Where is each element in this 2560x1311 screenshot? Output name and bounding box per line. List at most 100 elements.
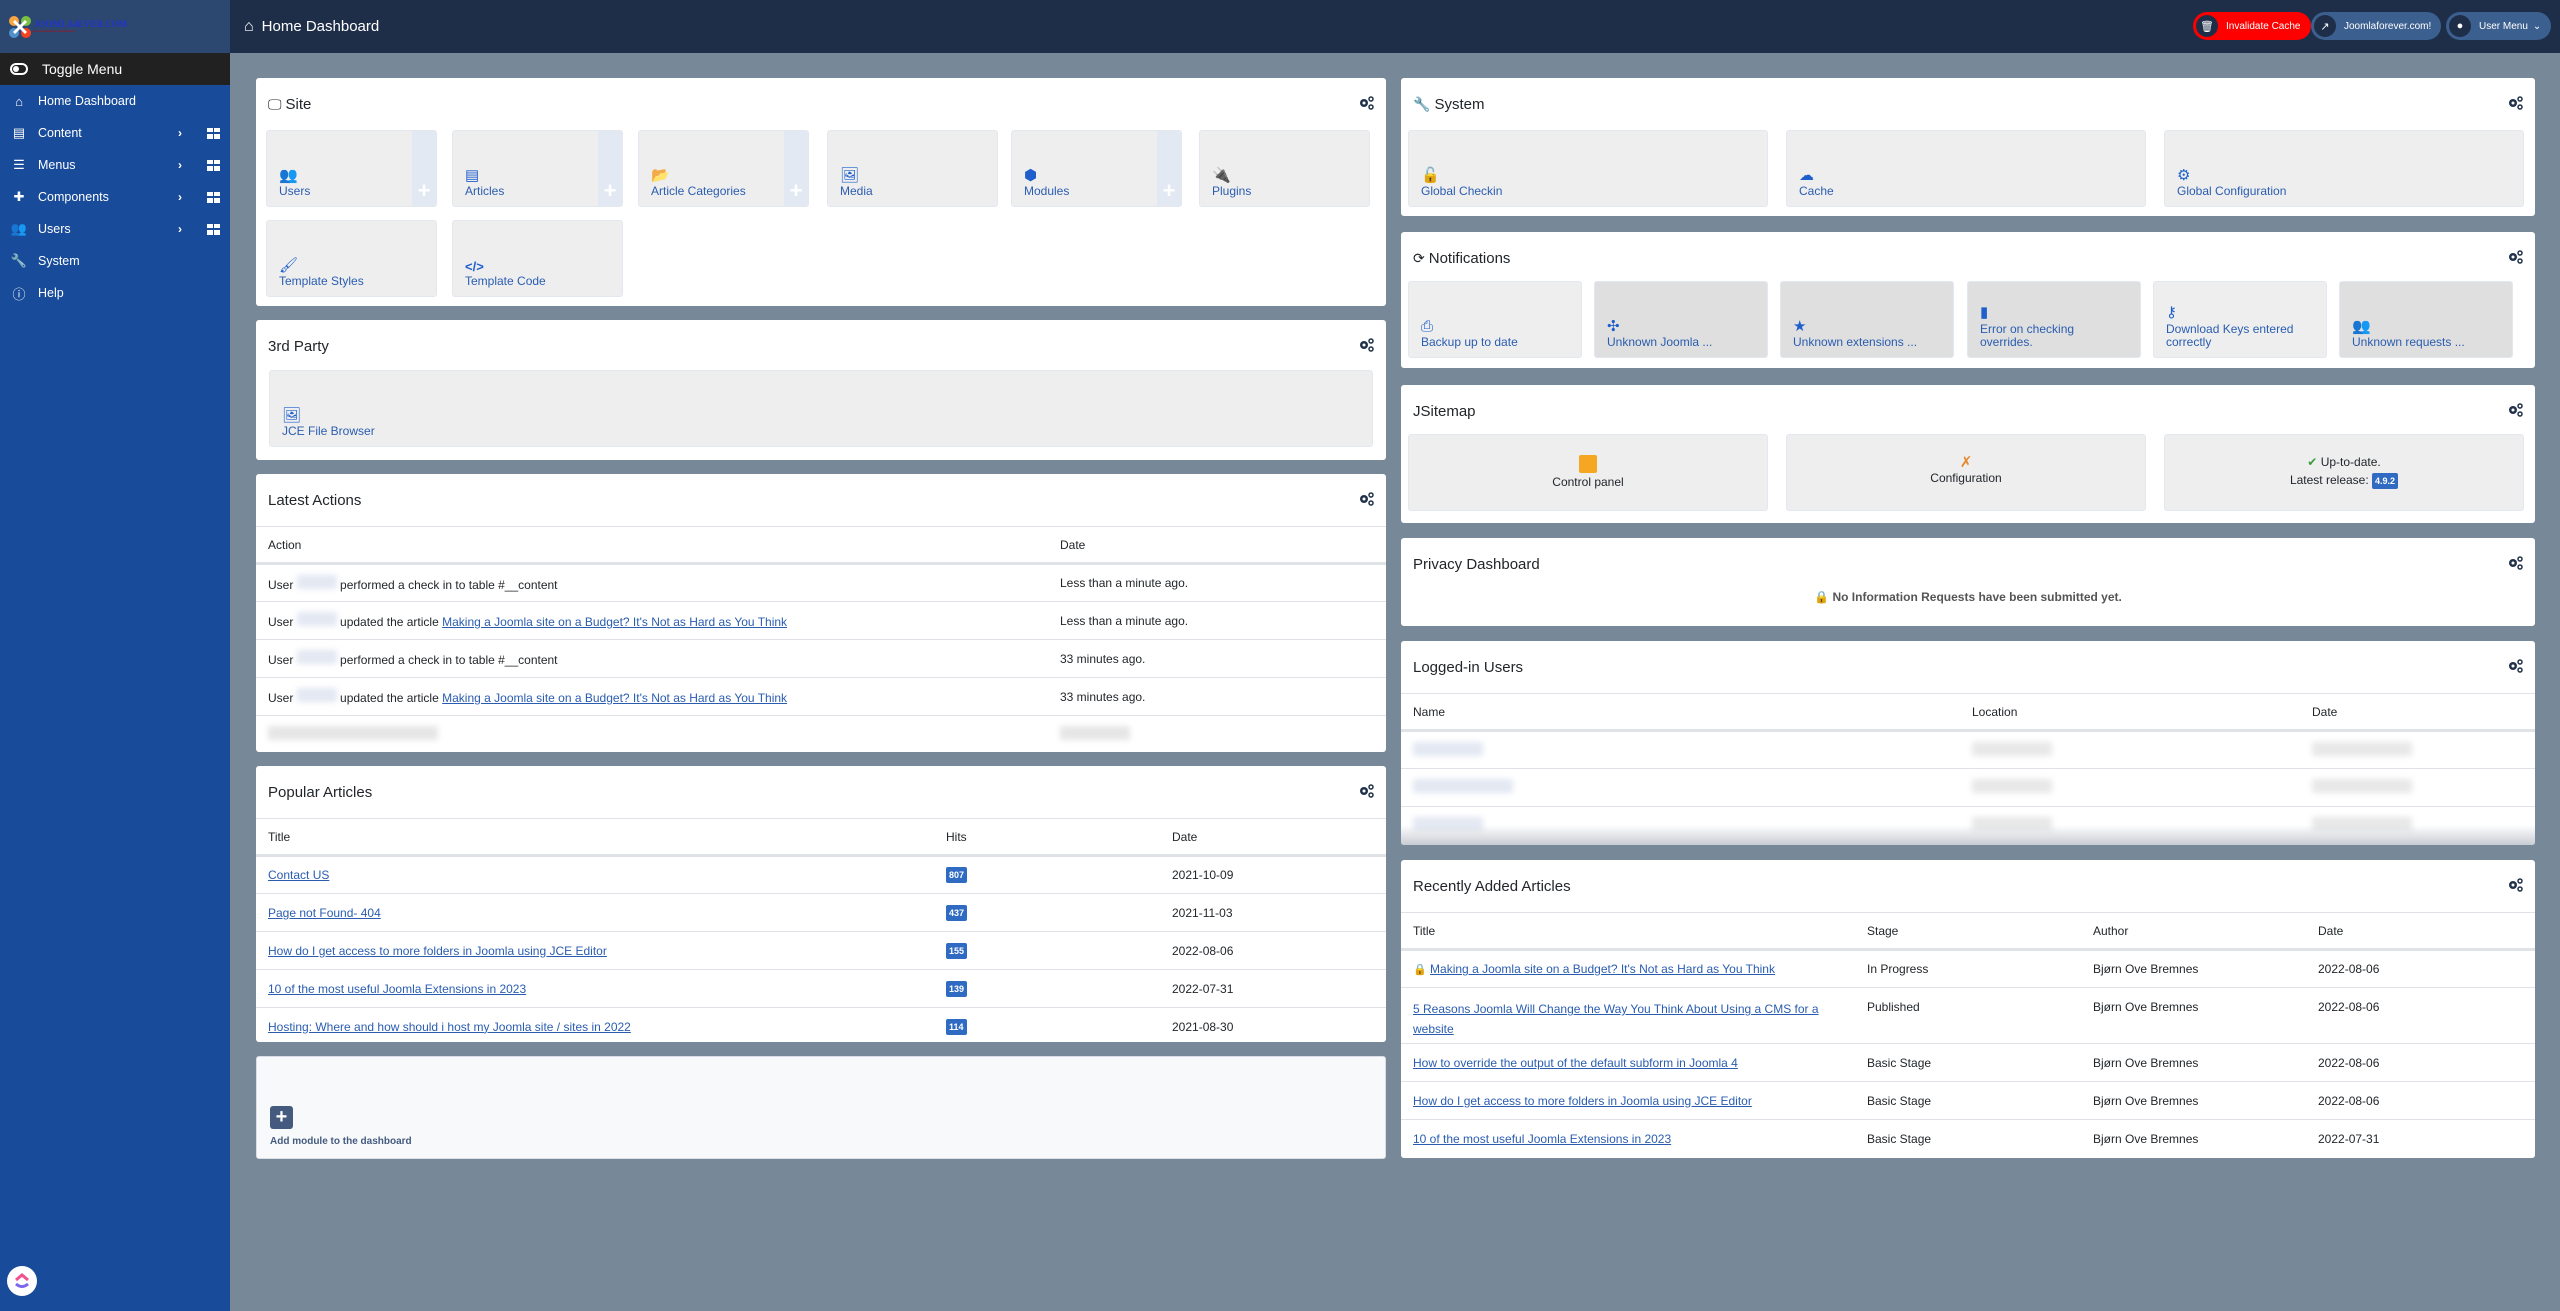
article-link[interactable]: Page not Found- 404	[268, 906, 381, 920]
dashboard-grid-icon[interactable]	[207, 127, 220, 139]
redacted-name[interactable]	[1413, 779, 1513, 793]
module-settings-icon[interactable]	[2507, 659, 2523, 673]
table-row: User updated the article Making a Joomla…	[256, 677, 1386, 716]
redacted-username[interactable]	[296, 650, 337, 664]
sidebar-item-content[interactable]: ▤ Content ›	[0, 117, 230, 149]
article-link[interactable]: Making a Joomla site on a Budget? It's N…	[1430, 962, 1775, 976]
add-module-card[interactable]: + Add module to the dashboard	[256, 1056, 1386, 1159]
cloud-icon: ☁	[1799, 167, 1814, 184]
notification-joomla-update[interactable]: ✣ Unknown Joomla ...	[1594, 281, 1768, 358]
dashboard-grid-icon[interactable]	[207, 223, 220, 235]
module-settings-icon[interactable]	[1358, 492, 1374, 506]
users-icon: 👥	[10, 221, 28, 236]
notification-backup[interactable]: ⎙ Backup up to date	[1408, 281, 1582, 358]
module-settings-icon[interactable]	[2507, 878, 2523, 892]
chevron-right-icon[interactable]: ›	[178, 126, 182, 140]
module-settings-icon[interactable]	[2507, 250, 2523, 264]
user-menu-button[interactable]: ● User Menu ⌄	[2446, 12, 2552, 40]
table-row	[1401, 730, 2535, 769]
jsitemap-module: JSitemap Control panel ✗ Configuration ✔…	[1401, 385, 2535, 523]
popular-articles-table: Title Hits Date Contact US 807 2021-10-09 …	[256, 818, 1386, 1046]
system-tile-global-checkin[interactable]: 🔓 Global Checkin	[1408, 130, 1768, 207]
article-link[interactable]: 10 of the most useful Joomla Extensions …	[268, 982, 526, 996]
chevron-right-icon[interactable]: ›	[178, 158, 182, 172]
image-icon: 🖼	[282, 407, 302, 424]
privacy-dashboard-module: Privacy Dashboard 🔒 No Information Reque…	[1401, 538, 2535, 626]
article-link[interactable]: Contact US	[268, 868, 329, 882]
sidebar-item-menus[interactable]: ☰ Menus ›	[0, 149, 230, 181]
sidebar-item-users[interactable]: 👥 Users ›	[0, 213, 230, 245]
site-link-button[interactable]: ↗ Joomlaforever.com!	[2311, 12, 2442, 40]
jsitemap-control-panel-tile[interactable]: Control panel	[1408, 434, 1768, 511]
article-link[interactable]: Making a Joomla site on a Budget? It's N…	[442, 691, 787, 705]
site-tile-article-categories[interactable]: 📂 Article Categories +	[638, 130, 809, 207]
system-tile-global-configuration[interactable]: ⚙ Global Configuration	[2164, 130, 2524, 207]
module-settings-icon[interactable]	[1358, 784, 1374, 798]
article-link[interactable]: Making a Joomla site on a Budget? It's N…	[442, 615, 787, 629]
sidebar-item-label: Home Dashboard	[38, 94, 136, 108]
site-tile-media[interactable]: 🖼 Media	[827, 130, 998, 207]
article-link[interactable]: 5 Reasons Joomla Will Change the Way You…	[1413, 1002, 1819, 1036]
site-tile-plugins[interactable]: 🔌 Plugins	[1199, 130, 1370, 207]
jce-file-browser-tile[interactable]: 🖼 JCE File Browser	[269, 370, 1373, 447]
column-header: Date	[2300, 693, 2535, 732]
redacted-location	[1972, 779, 2052, 793]
notification-download-keys[interactable]: ⚷ Download Keys entered correctly	[2153, 281, 2327, 358]
sidebar-item-system[interactable]: 🔧 System	[0, 245, 230, 277]
module-settings-icon[interactable]	[1358, 96, 1374, 110]
article-link[interactable]: How do I get access to more folders in J…	[268, 944, 607, 958]
site-tile-template-styles[interactable]: 🖌 Template Styles	[266, 220, 437, 297]
article-link[interactable]: How do I get access to more folders in J…	[1413, 1094, 1752, 1108]
redacted-username[interactable]	[296, 688, 337, 702]
add-category-button[interactable]: +	[784, 131, 808, 206]
sidebar-item-label: Help	[38, 286, 64, 300]
module-settings-icon[interactable]	[2507, 556, 2523, 570]
sidebar-item-help[interactable]: ⓘ Help	[0, 277, 230, 309]
add-module-button[interactable]: +	[1157, 131, 1181, 206]
jsitemap-configuration-tile[interactable]: ✗ Configuration	[1786, 434, 2146, 511]
notification-privacy-requests[interactable]: 👥 Unknown requests ...	[2339, 281, 2513, 358]
lock-icon[interactable]: 🔒	[1413, 964, 1427, 976]
site-logo[interactable]: JOOMLA4EVER.COM Your independent Joomla …	[0, 0, 230, 53]
module-settings-icon[interactable]	[2507, 96, 2523, 110]
site-tile-users[interactable]: 👥 Users +	[266, 130, 437, 207]
add-article-button[interactable]: +	[598, 131, 622, 206]
column-header: Hits	[934, 818, 1160, 857]
site-tile-articles[interactable]: ▤ Articles +	[452, 130, 623, 207]
notification-extensions[interactable]: ★ Unknown extensions ...	[1780, 281, 1954, 358]
redacted-name[interactable]	[1413, 741, 1483, 756]
chevron-down-icon: ⌄	[2532, 20, 2542, 32]
article-link[interactable]: 10 of the most useful Joomla Extensions …	[1413, 1132, 1671, 1146]
add-user-button[interactable]: +	[412, 131, 436, 206]
table-row	[1401, 768, 2535, 807]
logged-in-users-module: Logged-in Users Name Location Date	[1401, 641, 2535, 845]
article-link[interactable]: Hosting: Where and how should i host my …	[268, 1020, 631, 1034]
redacted-username[interactable]	[296, 612, 337, 626]
module-settings-icon[interactable]	[2507, 403, 2523, 417]
table-row: 🔒 Making a Joomla site on a Budget? It's…	[1401, 949, 2535, 988]
chevron-right-icon[interactable]: ›	[178, 190, 182, 204]
logo-subtext: Your independent Joomla friend	[32, 29, 75, 33]
sidebar-item-components[interactable]: ✚ Components ›	[0, 181, 230, 213]
system-tile-cache[interactable]: ☁ Cache	[1786, 130, 2146, 207]
module-settings-icon[interactable]	[1358, 338, 1374, 352]
column-header: Location	[1960, 693, 2300, 732]
module-title: Logged-in Users	[1413, 658, 1524, 676]
column-header: Author	[2081, 912, 2306, 951]
site-tile-template-code[interactable]: </> Template Code	[452, 220, 623, 297]
site-tile-modules[interactable]: ⬢ Modules +	[1011, 130, 1182, 207]
clickup-extension-icon[interactable]	[7, 1266, 37, 1296]
desktop-icon: 🖵	[268, 95, 282, 112]
invalidate-cache-button[interactable]: 🗑 Invalidate Cache	[2193, 12, 2311, 40]
sidebar-item-home-dashboard[interactable]: ⌂ Home Dashboard	[0, 85, 230, 117]
redacted-content	[1060, 726, 1130, 741]
dashboard-grid-icon[interactable]	[207, 159, 220, 171]
table-row: User performed a check in to table #__co…	[256, 639, 1386, 678]
redacted-username[interactable]	[296, 574, 337, 589]
article-link[interactable]: How to override the output of the defaul…	[1413, 1056, 1738, 1070]
notification-overrides[interactable]: ▮ Error on checking overrides.	[1967, 281, 2141, 358]
dashboard-grid-icon[interactable]	[207, 191, 220, 203]
chevron-right-icon[interactable]: ›	[178, 222, 182, 236]
toggle-menu-button[interactable]: Toggle Menu	[0, 53, 230, 85]
module-header: ⟳ Notifications	[1401, 232, 2535, 284]
